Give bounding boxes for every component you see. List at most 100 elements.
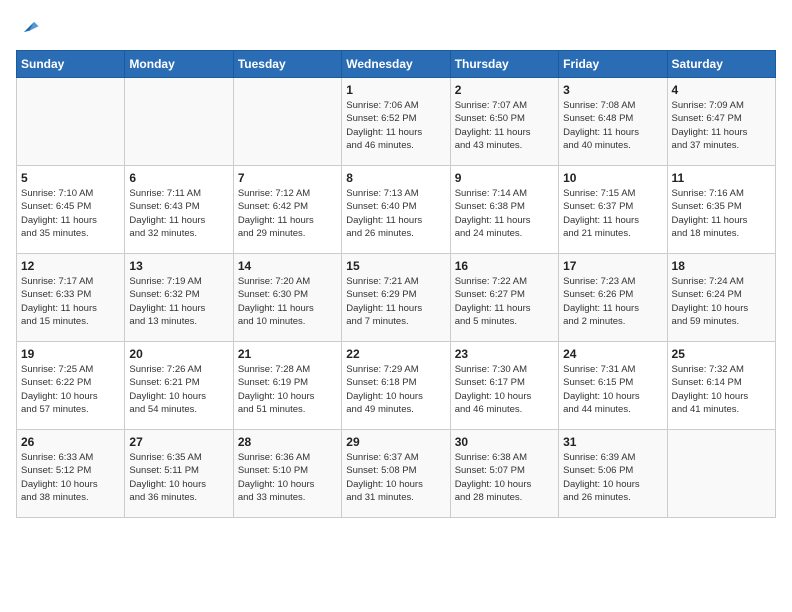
calendar-cell: 31 Sunrise: 6:39 AM Sunset: 5:06 PM Dayli… xyxy=(559,430,667,518)
day-number: 22 xyxy=(346,347,445,361)
calendar-cell: 15Sunrise: 7:21 AM Sunset: 6:29 PM Dayli… xyxy=(342,254,450,342)
day-info: Sunrise: 7:15 AM Sunset: 6:37 PM Dayligh… xyxy=(563,187,662,240)
logo xyxy=(16,16,40,38)
calendar-cell: 14 Sunrise: 7:20 AM Sunset: 6:30 PM Dayli… xyxy=(233,254,341,342)
calendar-cell: 26Sunrise: 6:33 AM Sunset: 5:12 PM Dayli… xyxy=(17,430,125,518)
day-info: Sunrise: 7:22 AM Sunset: 6:27 PM Dayligh… xyxy=(455,275,554,328)
day-info: Sunrise: 7:13 AM Sunset: 6:40 PM Dayligh… xyxy=(346,187,445,240)
calendar-cell: 22 Sunrise: 7:29 AM Sunset: 6:18 PM Dayli… xyxy=(342,342,450,430)
logo-icon xyxy=(18,16,40,38)
day-number: 4 xyxy=(672,83,771,97)
day-info: Sunrise: 7:29 AM Sunset: 6:18 PM Dayligh… xyxy=(346,363,445,416)
weekday-monday: Monday xyxy=(125,51,233,78)
day-info: Sunrise: 7:31 AM Sunset: 6:15 PM Dayligh… xyxy=(563,363,662,416)
day-info: Sunrise: 7:09 AM Sunset: 6:47 PM Dayligh… xyxy=(672,99,771,152)
weekday-wednesday: Wednesday xyxy=(342,51,450,78)
day-info: Sunrise: 6:39 AM Sunset: 5:06 PM Dayligh… xyxy=(563,451,662,504)
calendar-cell xyxy=(667,430,775,518)
calendar-cell: 8 Sunrise: 7:13 AM Sunset: 6:40 PM Daylig… xyxy=(342,166,450,254)
day-number: 5 xyxy=(21,171,120,185)
day-number: 18 xyxy=(672,259,771,273)
calendar-cell: 23 Sunrise: 7:30 AM Sunset: 6:17 PM Dayli… xyxy=(450,342,558,430)
day-info: Sunrise: 6:36 AM Sunset: 5:10 PM Dayligh… xyxy=(238,451,337,504)
calendar-cell: 12 Sunrise: 7:17 AM Sunset: 6:33 PM Dayli… xyxy=(17,254,125,342)
calendar-cell: 10 Sunrise: 7:15 AM Sunset: 6:37 PM Dayli… xyxy=(559,166,667,254)
day-info: Sunrise: 7:25 AM Sunset: 6:22 PM Dayligh… xyxy=(21,363,120,416)
day-number: 13 xyxy=(129,259,228,273)
weekday-header-row: SundayMondayTuesdayWednesdayThursdayFrid… xyxy=(17,51,776,78)
calendar-week-4: 19 Sunrise: 7:25 AM Sunset: 6:22 PM Dayli… xyxy=(17,342,776,430)
day-info: Sunrise: 7:19 AM Sunset: 6:32 PM Dayligh… xyxy=(129,275,228,328)
calendar-cell: 2 Sunrise: 7:07 AM Sunset: 6:50 PM Daylig… xyxy=(450,78,558,166)
calendar-cell: 27 Sunrise: 6:35 AM Sunset: 5:11 PM Dayli… xyxy=(125,430,233,518)
day-info: Sunrise: 7:12 AM Sunset: 6:42 PM Dayligh… xyxy=(238,187,337,240)
calendar-cell xyxy=(125,78,233,166)
day-number: 14 xyxy=(238,259,337,273)
day-number: 24 xyxy=(563,347,662,361)
day-info: Sunrise: 7:28 AM Sunset: 6:19 PM Dayligh… xyxy=(238,363,337,416)
calendar-cell: 4 Sunrise: 7:09 AM Sunset: 6:47 PM Daylig… xyxy=(667,78,775,166)
calendar-cell: 1 Sunrise: 7:06 AM Sunset: 6:52 PM Daylig… xyxy=(342,78,450,166)
day-info: Sunrise: 7:24 AM Sunset: 6:24 PM Dayligh… xyxy=(672,275,771,328)
day-number: 27 xyxy=(129,435,228,449)
day-info: Sunrise: 7:14 AM Sunset: 6:38 PM Dayligh… xyxy=(455,187,554,240)
day-info: Sunrise: 6:38 AM Sunset: 5:07 PM Dayligh… xyxy=(455,451,554,504)
day-number: 23 xyxy=(455,347,554,361)
calendar-cell: 25 Sunrise: 7:32 AM Sunset: 6:14 PM Dayli… xyxy=(667,342,775,430)
day-number: 28 xyxy=(238,435,337,449)
day-number: 17 xyxy=(563,259,662,273)
day-info: Sunrise: 6:37 AM Sunset: 5:08 PM Dayligh… xyxy=(346,451,445,504)
calendar-cell: 3Sunrise: 7:08 AM Sunset: 6:48 PM Daylig… xyxy=(559,78,667,166)
calendar-cell: 17 Sunrise: 7:23 AM Sunset: 6:26 PM Dayli… xyxy=(559,254,667,342)
day-number: 1 xyxy=(346,83,445,97)
day-number: 8 xyxy=(346,171,445,185)
day-number: 9 xyxy=(455,171,554,185)
page-header xyxy=(16,16,776,38)
calendar-cell: 11Sunrise: 7:16 AM Sunset: 6:35 PM Dayli… xyxy=(667,166,775,254)
calendar-table: SundayMondayTuesdayWednesdayThursdayFrid… xyxy=(16,50,776,518)
day-info: Sunrise: 6:33 AM Sunset: 5:12 PM Dayligh… xyxy=(21,451,120,504)
day-number: 30 xyxy=(455,435,554,449)
day-info: Sunrise: 7:26 AM Sunset: 6:21 PM Dayligh… xyxy=(129,363,228,416)
day-info: Sunrise: 7:10 AM Sunset: 6:45 PM Dayligh… xyxy=(21,187,120,240)
weekday-friday: Friday xyxy=(559,51,667,78)
calendar-cell: 7Sunrise: 7:12 AM Sunset: 6:42 PM Daylig… xyxy=(233,166,341,254)
calendar-week-1: 1 Sunrise: 7:06 AM Sunset: 6:52 PM Daylig… xyxy=(17,78,776,166)
calendar-cell: 19 Sunrise: 7:25 AM Sunset: 6:22 PM Dayli… xyxy=(17,342,125,430)
day-info: Sunrise: 7:06 AM Sunset: 6:52 PM Dayligh… xyxy=(346,99,445,152)
calendar-week-2: 5 Sunrise: 7:10 AM Sunset: 6:45 PM Daylig… xyxy=(17,166,776,254)
day-number: 31 xyxy=(563,435,662,449)
day-number: 3 xyxy=(563,83,662,97)
calendar-cell: 24 Sunrise: 7:31 AM Sunset: 6:15 PM Dayli… xyxy=(559,342,667,430)
day-number: 12 xyxy=(21,259,120,273)
day-number: 20 xyxy=(129,347,228,361)
day-number: 19 xyxy=(21,347,120,361)
calendar-cell: 5 Sunrise: 7:10 AM Sunset: 6:45 PM Daylig… xyxy=(17,166,125,254)
day-number: 21 xyxy=(238,347,337,361)
day-number: 10 xyxy=(563,171,662,185)
calendar-cell: 13 Sunrise: 7:19 AM Sunset: 6:32 PM Dayli… xyxy=(125,254,233,342)
day-number: 2 xyxy=(455,83,554,97)
day-info: Sunrise: 6:35 AM Sunset: 5:11 PM Dayligh… xyxy=(129,451,228,504)
day-info: Sunrise: 7:07 AM Sunset: 6:50 PM Dayligh… xyxy=(455,99,554,152)
logo-text xyxy=(16,16,40,38)
calendar-week-3: 12 Sunrise: 7:17 AM Sunset: 6:33 PM Dayli… xyxy=(17,254,776,342)
calendar-cell: 9 Sunrise: 7:14 AM Sunset: 6:38 PM Daylig… xyxy=(450,166,558,254)
calendar-cell: 29 Sunrise: 6:37 AM Sunset: 5:08 PM Dayli… xyxy=(342,430,450,518)
weekday-tuesday: Tuesday xyxy=(233,51,341,78)
day-number: 25 xyxy=(672,347,771,361)
calendar-cell xyxy=(233,78,341,166)
day-number: 6 xyxy=(129,171,228,185)
day-info: Sunrise: 7:21 AM Sunset: 6:29 PM Dayligh… xyxy=(346,275,445,328)
day-info: Sunrise: 7:17 AM Sunset: 6:33 PM Dayligh… xyxy=(21,275,120,328)
day-number: 29 xyxy=(346,435,445,449)
day-info: Sunrise: 7:23 AM Sunset: 6:26 PM Dayligh… xyxy=(563,275,662,328)
calendar-cell: 16 Sunrise: 7:22 AM Sunset: 6:27 PM Dayli… xyxy=(450,254,558,342)
day-number: 16 xyxy=(455,259,554,273)
weekday-sunday: Sunday xyxy=(17,51,125,78)
calendar-cell: 21 Sunrise: 7:28 AM Sunset: 6:19 PM Dayli… xyxy=(233,342,341,430)
day-info: Sunrise: 7:30 AM Sunset: 6:17 PM Dayligh… xyxy=(455,363,554,416)
day-info: Sunrise: 7:16 AM Sunset: 6:35 PM Dayligh… xyxy=(672,187,771,240)
day-info: Sunrise: 7:20 AM Sunset: 6:30 PM Dayligh… xyxy=(238,275,337,328)
day-info: Sunrise: 7:32 AM Sunset: 6:14 PM Dayligh… xyxy=(672,363,771,416)
